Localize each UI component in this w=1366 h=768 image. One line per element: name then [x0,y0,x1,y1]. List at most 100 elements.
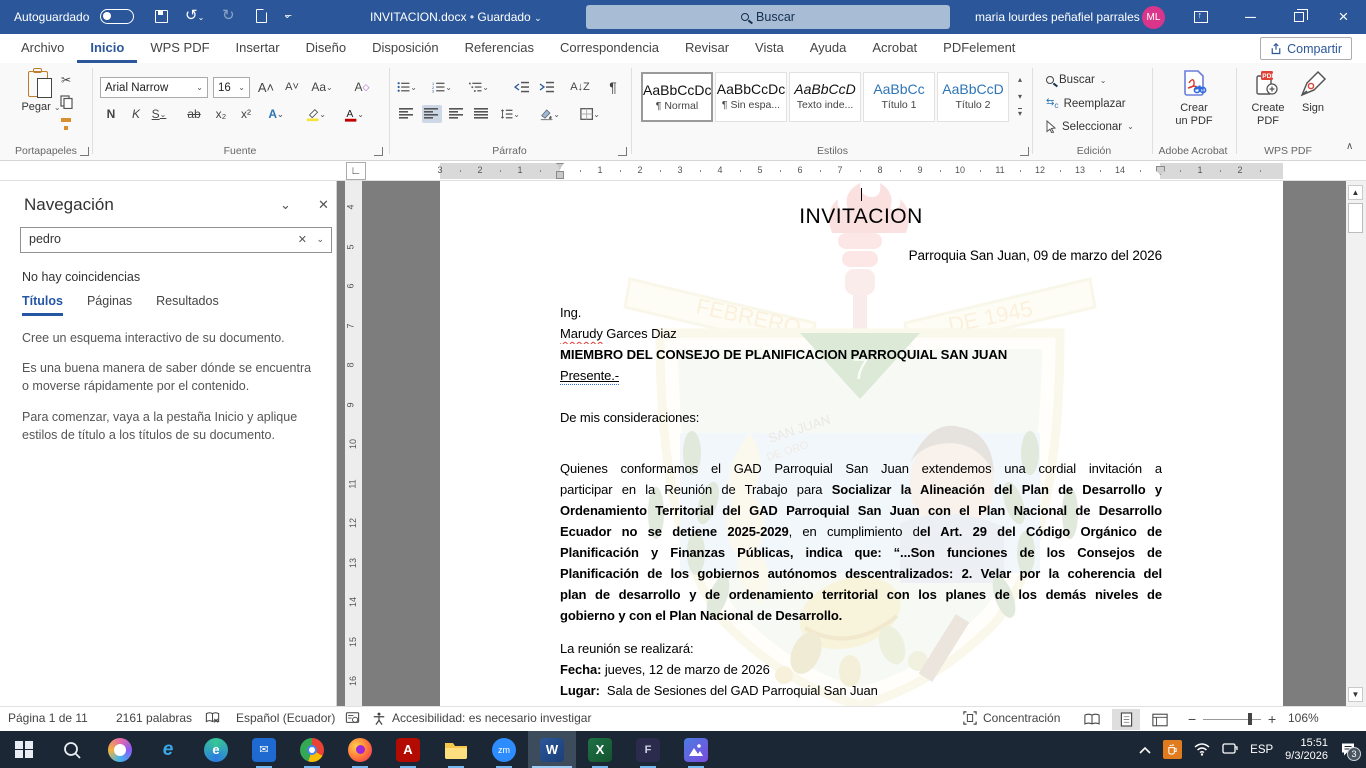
taskbar-firefox-icon[interactable] [336,731,384,768]
tab-acrobat[interactable]: Acrobat [859,34,930,63]
taskbar-copilot-icon[interactable] [96,731,144,768]
justify-icon[interactable] [472,105,492,123]
save-icon[interactable] [155,10,168,23]
left-indent-marker[interactable] [556,171,564,179]
tray-language[interactable]: ESP [1250,744,1273,756]
nav-search-dropdown-icon[interactable]: ⌄ [316,234,324,245]
wifi-icon[interactable] [1194,743,1210,756]
tab-wps-pdf[interactable]: WPS PDF [137,34,222,63]
scroll-thumb[interactable] [1348,203,1363,233]
java-icon[interactable] [1163,740,1182,759]
sort-icon[interactable]: A↓Z [570,78,590,96]
style--sin-espa-[interactable]: AaBbCcDc¶ Sin espa... [715,72,787,122]
redo-icon[interactable]: ↻ [222,7,235,25]
zoom-slider[interactable] [1203,719,1261,720]
format-painter-icon[interactable] [56,115,76,133]
underline-icon[interactable]: S⌄ [149,105,169,123]
tray-clock[interactable]: 15:51 9/3/2026 [1285,737,1328,763]
collapse-ribbon-icon[interactable]: ∧ [1346,141,1353,152]
styles-dialog-launcher[interactable] [1020,147,1029,156]
avatar[interactable]: ML [1142,6,1165,29]
taskbar-chrome-icon[interactable] [288,731,336,768]
tab-inicio[interactable]: Inicio [77,34,137,63]
nav-search-box[interactable]: ✕ ⌄ [20,227,332,253]
user-name[interactable]: maria lourdes peñafiel parrales [975,10,1140,24]
page-indicator[interactable]: Página 1 de 11 [8,711,88,725]
taskbar-zoom-app-icon[interactable]: zm [480,731,528,768]
find-button[interactable]: Buscar⌄ [1046,74,1107,86]
style-título-2[interactable]: AaBbCcDTítulo 2 [937,72,1009,122]
taskbar-acrobat-icon[interactable]: A [384,731,432,768]
web-layout-icon[interactable] [1146,709,1174,730]
styles-scroll[interactable]: ▴▾▾ [1013,71,1027,122]
font-dialog-launcher[interactable] [374,147,383,156]
zoom-slider-handle[interactable] [1248,713,1252,725]
proofing-book-icon[interactable] [205,711,220,725]
close-icon[interactable]: × [1321,0,1366,34]
nav-close-icon[interactable]: ✕ [318,197,329,213]
strikethrough-icon[interactable]: ab [184,105,204,123]
share-button[interactable]: Compartir [1260,37,1352,60]
tab-correspondencia[interactable]: Correspondencia [547,34,672,63]
increase-indent-icon[interactable] [537,78,557,96]
undo-icon[interactable]: ↺⌄ [185,7,204,27]
style-texto-inde-[interactable]: AaBbCcDTexto inde... [789,72,861,122]
font-color-icon[interactable]: A⌄ [344,105,364,123]
focus-icon[interactable] [963,711,977,725]
bullets-icon[interactable]: ⌄ [397,78,417,96]
clear-formatting-icon[interactable]: A◇ [352,78,372,96]
taskbar-outlook-icon[interactable]: ✉ [240,731,288,768]
tab-insertar[interactable]: Insertar [223,34,293,63]
tab-pdfelement[interactable]: PDFelement [930,34,1028,63]
display-icon[interactable] [1222,743,1238,756]
notification-icon[interactable]: 3 [1340,742,1356,757]
autosave-toggle[interactable] [100,9,134,24]
taskbar-photos-icon[interactable] [672,731,720,768]
taskbar-pdfelement-icon[interactable]: F [624,731,672,768]
highlight-icon[interactable]: ⌄ [306,105,326,123]
nav-tab-resultados[interactable]: Resultados [156,294,219,316]
print-layout-icon[interactable] [1112,709,1140,730]
taskbar-explorer-icon[interactable] [432,731,480,768]
taskbar-internet-explorer-icon[interactable]: e [144,731,192,768]
bold-icon[interactable]: N [101,105,121,123]
restore-icon[interactable] [1276,0,1321,34]
style--normal[interactable]: AaBbCcDc¶ Normal [641,72,713,122]
multilevel-list-icon[interactable]: ⌄ [469,78,489,96]
vertical-scrollbar[interactable]: ▲ ▼ [1346,181,1366,706]
focus-label[interactable]: Concentración [983,711,1060,725]
decrease-indent-icon[interactable] [512,78,532,96]
tab-diseño[interactable]: Diseño [293,34,359,63]
word-count[interactable]: 2161 palabras [116,711,192,725]
tab-vista[interactable]: Vista [742,34,797,63]
accessibility-icon[interactable] [372,711,386,726]
language-icon[interactable] [345,711,360,725]
ribbon-display-icon[interactable] [1178,0,1223,34]
font-size-combo[interactable]: 16⌄ [213,77,250,98]
tab-referencias[interactable]: Referencias [452,34,547,63]
align-left-icon[interactable] [397,105,417,123]
font-name-combo[interactable]: Arial Narrow⌄ [100,77,208,98]
zoom-in-icon[interactable]: + [1268,711,1276,727]
copy-icon[interactable] [56,93,76,111]
taskbar-word-icon[interactable]: W [528,731,576,768]
borders-icon[interactable]: ⌄ [580,105,600,123]
taskbar-search-icon[interactable] [48,731,96,768]
taskbar-excel-icon[interactable]: X [576,731,624,768]
taskbar-edge-icon[interactable]: e [192,731,240,768]
create-pdf-acrobat-button[interactable]: Crearun PDF [1163,69,1225,128]
cut-icon[interactable]: ✂ [56,71,76,89]
qat-more-icon[interactable]: ⌄̶ [283,7,291,25]
read-mode-icon[interactable] [1078,709,1106,730]
minimize-icon[interactable]: ─ [1228,0,1273,34]
line-spacing-icon[interactable]: ⌄ [500,105,520,123]
tab-disposición[interactable]: Disposición [359,34,451,63]
paragraph-dialog-launcher[interactable] [618,147,627,156]
language-indicator[interactable]: Español (Ecuador) [236,711,335,725]
accessibility-status[interactable]: Accesibilidad: es necesario investigar [392,711,591,725]
superscript-icon[interactable]: x² [236,105,256,123]
tab-ayuda[interactable]: Ayuda [797,34,860,63]
wps-sign-button[interactable]: Sign [1292,69,1334,115]
align-right-icon[interactable] [447,105,467,123]
tab-revisar[interactable]: Revisar [672,34,742,63]
